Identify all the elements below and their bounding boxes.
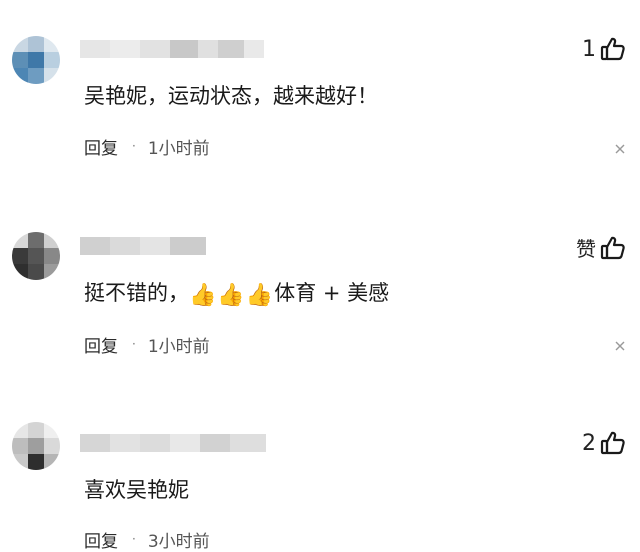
like-count: 2	[582, 430, 596, 456]
thumbs-up-icon	[600, 431, 625, 455]
comment-meta: 回复 · 3小时前	[84, 527, 210, 552]
comment-text: 喜欢吴艳妮	[84, 478, 189, 502]
comment-item: 2 喜欢吴艳妮 回复 · 3小时前	[0, 0, 640, 552]
timestamp: 3小时前	[147, 531, 210, 552]
reply-button[interactable]: 回复	[84, 527, 118, 552]
like-button[interactable]: 2	[582, 430, 626, 456]
separator-dot: ·	[132, 532, 136, 546]
avatar[interactable]	[12, 422, 60, 470]
username-blurred[interactable]	[80, 434, 266, 452]
